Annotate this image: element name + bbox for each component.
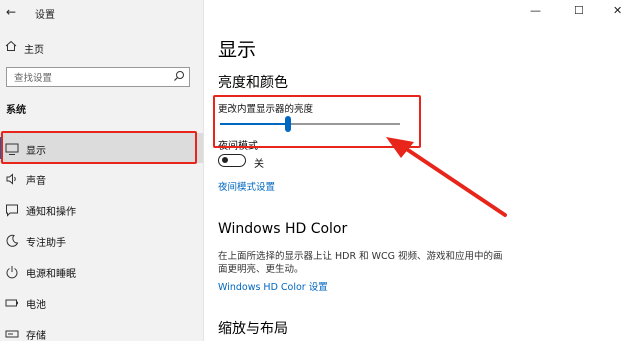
speaker-icon [5,171,19,185]
hdr-settings-link[interactable]: Windows HD Color 设置 [218,279,328,293]
sidebar-item-label: 声音 [26,176,46,187]
search-box[interactable] [6,67,190,87]
sidebar-item-label: 电池 [26,300,46,311]
maximize-button[interactable]: ☐ [574,4,584,17]
sidebar-item-label: 存储 [26,331,46,342]
search-icon[interactable] [173,70,185,82]
moon-icon [5,233,19,247]
app-title: 设置 [35,10,55,21]
sidebar-item-home[interactable]: 主页 [0,37,203,59]
minimize-button[interactable]: — [530,4,541,17]
title-bar: ← 设置 [0,0,203,26]
section-label-system: 系统 [6,105,26,116]
home-label: 主页 [24,45,44,56]
hdr-description: 在上面所选择的显示器上让 HDR 和 WCG 视频、游戏和应用中的画面更明亮、更… [218,251,503,275]
notification-icon [5,202,19,217]
sidebar-item-label: 通知和操作 [26,207,76,218]
scale-layout-heading: 缩放与布局 [218,321,288,337]
annotation-highlight-display [1,131,197,164]
night-light-state: 关 [254,159,264,170]
sidebar-item-label: 电源和睡眠 [26,269,76,280]
back-arrow-icon[interactable]: ← [6,5,16,19]
storage-icon [5,326,19,340]
home-icon [5,40,17,55]
power-icon [5,264,19,279]
sidebar-item-storage[interactable]: 存储 [0,318,203,348]
close-button[interactable]: ✕ [613,4,622,17]
sidebar-item-battery[interactable]: 电池 [0,287,203,317]
battery-icon [5,295,19,309]
night-light-toggle[interactable] [218,154,246,167]
sidebar-item-sound[interactable]: 声音 [0,163,203,193]
hdr-heading: Windows HD Color [218,221,348,237]
brightness-color-heading: 亮度和颜色 [218,75,288,91]
toggle-knob [222,157,228,163]
annotation-arrow-icon [386,137,507,217]
sidebar-item-label: 专注助手 [26,238,66,249]
sidebar: ← 设置 主页 系统 显示 声音 通知和操作 [0,0,204,342]
sidebar-item-notifications[interactable]: 通知和操作 [0,194,203,224]
sidebar-item-power-sleep[interactable]: 电源和睡眠 [0,256,203,286]
search-input[interactable] [12,70,166,86]
page-title: 显示 [218,39,257,61]
night-light-settings-link[interactable]: 夜间模式设置 [218,179,275,193]
sidebar-item-focus-assist[interactable]: 专注助手 [0,225,203,255]
window-controls: — ☐ ✕ [520,0,640,24]
